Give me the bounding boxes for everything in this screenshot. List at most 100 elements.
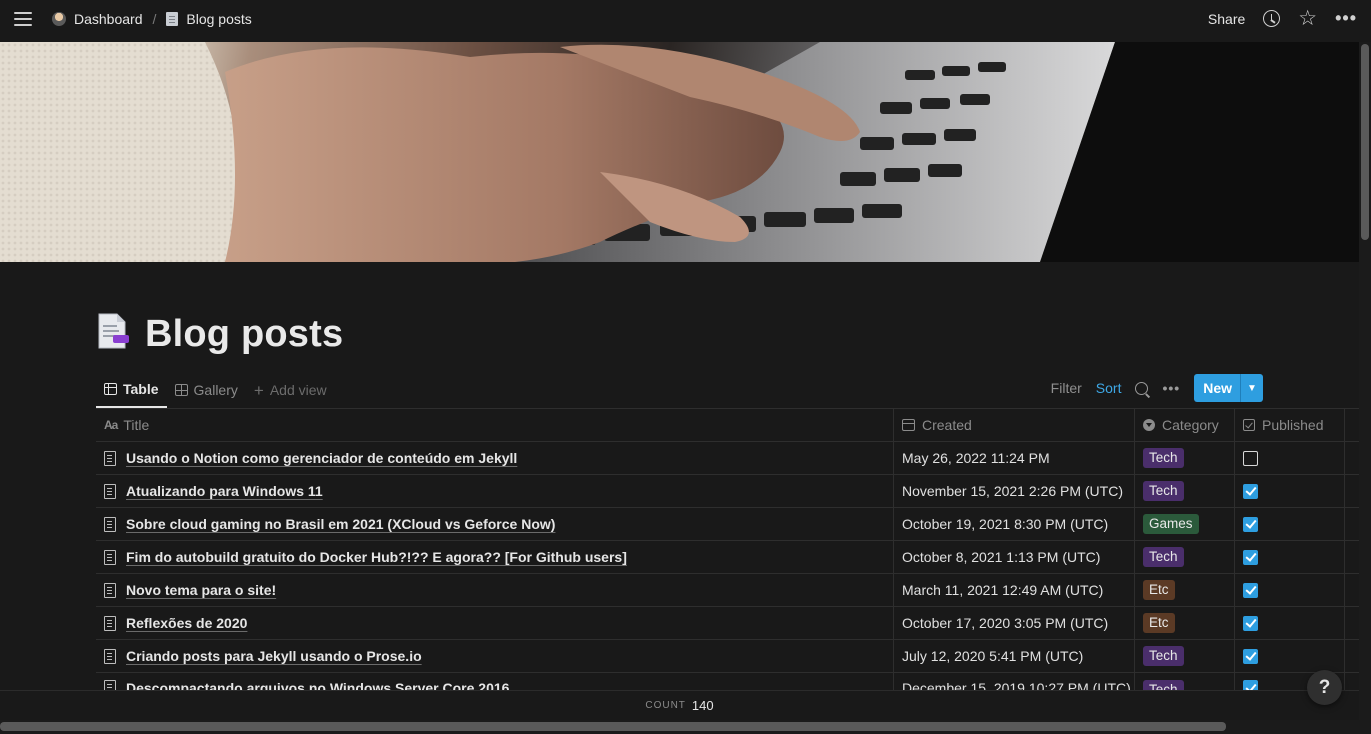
cell-spacer bbox=[1345, 442, 1359, 474]
published-checkbox[interactable] bbox=[1243, 483, 1258, 499]
published-checkbox[interactable] bbox=[1243, 549, 1258, 565]
star-icon[interactable]: ☆ bbox=[1298, 8, 1317, 29]
category-tag: Etc bbox=[1143, 580, 1175, 600]
document-icon bbox=[104, 483, 116, 499]
view-tabs: Table Gallery + Add view bbox=[96, 372, 335, 408]
search-icon[interactable] bbox=[1135, 381, 1149, 395]
cell-title[interactable]: Reflexões de 2020 bbox=[96, 607, 894, 639]
cell-published bbox=[1235, 607, 1345, 639]
cell-title[interactable]: Descompactando arquivos no Windows Serve… bbox=[96, 673, 894, 691]
share-button[interactable]: Share bbox=[1208, 11, 1245, 27]
row-title[interactable]: Sobre cloud gaming no Brasil em 2021 (XC… bbox=[126, 516, 555, 532]
cell-category[interactable]: Tech bbox=[1135, 442, 1235, 474]
filter-button[interactable]: Filter bbox=[1051, 380, 1082, 396]
column-published-label: Published bbox=[1262, 417, 1324, 433]
row-title[interactable]: Reflexões de 2020 bbox=[126, 615, 247, 631]
cell-spacer bbox=[1345, 475, 1359, 507]
table-row[interactable]: Criando posts para Jekyll usando o Prose… bbox=[96, 640, 1359, 673]
cell-published bbox=[1235, 442, 1345, 474]
calendar-icon bbox=[902, 419, 915, 431]
table-row[interactable]: Reflexões de 2020 October 17, 2020 3:05 P… bbox=[96, 607, 1359, 640]
column-category-label: Category bbox=[1162, 417, 1219, 433]
cell-spacer bbox=[1345, 607, 1359, 639]
breadcrumb-separator: / bbox=[152, 11, 157, 27]
cell-category[interactable]: Tech bbox=[1135, 475, 1235, 507]
table-footer: COUNT 140 bbox=[0, 690, 1359, 720]
column-header-created[interactable]: Created bbox=[894, 409, 1135, 441]
cell-created[interactable]: December 15, 2019 10:27 PM (UTC) bbox=[894, 673, 1135, 691]
top-bar: Dashboard / Blog posts Share ☆ ••• bbox=[0, 0, 1371, 42]
document-page-icon[interactable] bbox=[97, 313, 129, 349]
gallery-icon bbox=[174, 384, 188, 396]
table-row[interactable]: Descompactando arquivos no Windows Serve… bbox=[96, 673, 1359, 691]
cell-title[interactable]: Fim do autobuild gratuito do Docker Hub?… bbox=[96, 541, 894, 573]
cell-spacer bbox=[1345, 508, 1359, 540]
cell-category[interactable]: Tech bbox=[1135, 673, 1235, 691]
add-property-button[interactable] bbox=[1345, 409, 1359, 441]
published-checkbox[interactable] bbox=[1243, 516, 1258, 532]
cell-spacer bbox=[1345, 574, 1359, 606]
document-icon bbox=[104, 549, 116, 565]
cell-created[interactable]: October 17, 2020 3:05 PM (UTC) bbox=[894, 607, 1135, 639]
breadcrumb-blog-posts[interactable]: Blog posts bbox=[162, 11, 255, 27]
text-property-icon: Aa bbox=[104, 418, 118, 432]
more-options-icon[interactable]: ••• bbox=[1162, 380, 1180, 396]
cell-title[interactable]: Usando o Notion como gerenciador de cont… bbox=[96, 442, 894, 474]
cell-created[interactable]: October 19, 2021 8:30 PM (UTC) bbox=[894, 508, 1135, 540]
vertical-scroll-thumb[interactable] bbox=[1361, 44, 1369, 240]
cell-category[interactable]: Tech bbox=[1135, 541, 1235, 573]
cell-created[interactable]: November 15, 2021 2:26 PM (UTC) bbox=[894, 475, 1135, 507]
more-icon[interactable]: ••• bbox=[1335, 8, 1357, 29]
tab-gallery-label: Gallery bbox=[193, 382, 238, 398]
cell-category[interactable]: Etc bbox=[1135, 607, 1235, 639]
document-icon bbox=[104, 582, 116, 598]
row-created: July 12, 2020 5:41 PM (UTC) bbox=[902, 648, 1084, 664]
cell-title[interactable]: Atualizando para Windows 11 bbox=[96, 475, 894, 507]
column-header-published[interactable]: Published bbox=[1235, 409, 1345, 441]
chevron-down-icon[interactable]: ▼ bbox=[1240, 374, 1263, 402]
row-title[interactable]: Fim do autobuild gratuito do Docker Hub?… bbox=[126, 549, 627, 565]
published-checkbox[interactable] bbox=[1243, 648, 1258, 664]
cell-created[interactable]: March 11, 2021 12:49 AM (UTC) bbox=[894, 574, 1135, 606]
cell-title[interactable]: Sobre cloud gaming no Brasil em 2021 (XC… bbox=[96, 508, 894, 540]
add-view-button[interactable]: + Add view bbox=[246, 372, 335, 408]
help-button[interactable]: ? bbox=[1307, 670, 1342, 705]
column-header-title[interactable]: Aa Title bbox=[96, 409, 894, 441]
row-title[interactable]: Usando o Notion como gerenciador de cont… bbox=[126, 450, 517, 466]
published-checkbox[interactable] bbox=[1243, 615, 1258, 631]
cell-category[interactable]: Tech bbox=[1135, 640, 1235, 672]
table-row[interactable]: Sobre cloud gaming no Brasil em 2021 (XC… bbox=[96, 508, 1359, 541]
cell-created[interactable]: May 26, 2022 11:24 PM bbox=[894, 442, 1135, 474]
table-row[interactable]: Usando o Notion como gerenciador de cont… bbox=[96, 442, 1359, 475]
count-label: COUNT bbox=[645, 700, 686, 711]
cell-category[interactable]: Etc bbox=[1135, 574, 1235, 606]
user-avatar-icon bbox=[52, 12, 66, 26]
table-row[interactable]: Atualizando para Windows 11 November 15, … bbox=[96, 475, 1359, 508]
column-title-label: Title bbox=[123, 417, 150, 433]
cell-created[interactable]: October 8, 2021 1:13 PM (UTC) bbox=[894, 541, 1135, 573]
row-title[interactable]: Criando posts para Jekyll usando o Prose… bbox=[126, 648, 422, 664]
published-checkbox[interactable] bbox=[1243, 582, 1258, 598]
horizontal-scroll-thumb[interactable] bbox=[0, 722, 1226, 731]
row-title[interactable]: Atualizando para Windows 11 bbox=[126, 483, 323, 499]
breadcrumb-dashboard[interactable]: Dashboard bbox=[48, 11, 147, 27]
sort-button[interactable]: Sort bbox=[1096, 380, 1122, 396]
tab-table[interactable]: Table bbox=[96, 372, 167, 408]
row-created: March 11, 2021 12:49 AM (UTC) bbox=[902, 582, 1104, 598]
plus-icon: + bbox=[253, 380, 264, 400]
cell-category[interactable]: Games bbox=[1135, 508, 1235, 540]
tab-gallery[interactable]: Gallery bbox=[167, 372, 246, 408]
cell-created[interactable]: July 12, 2020 5:41 PM (UTC) bbox=[894, 640, 1135, 672]
page-title[interactable]: Blog posts bbox=[145, 313, 343, 356]
table-row[interactable]: Fim do autobuild gratuito do Docker Hub?… bbox=[96, 541, 1359, 574]
table-row[interactable]: Novo tema para o site! March 11, 2021 12:… bbox=[96, 574, 1359, 607]
published-checkbox[interactable] bbox=[1243, 450, 1258, 466]
row-title[interactable]: Novo tema para o site! bbox=[126, 582, 276, 598]
cell-title[interactable]: Novo tema para o site! bbox=[96, 574, 894, 606]
clock-icon[interactable] bbox=[1263, 10, 1281, 27]
menu-icon[interactable] bbox=[14, 12, 32, 28]
column-header-category[interactable]: Category bbox=[1135, 409, 1235, 441]
select-property-icon bbox=[1143, 419, 1155, 431]
new-button[interactable]: New bbox=[1194, 374, 1240, 402]
cell-title[interactable]: Criando posts para Jekyll usando o Prose… bbox=[96, 640, 894, 672]
